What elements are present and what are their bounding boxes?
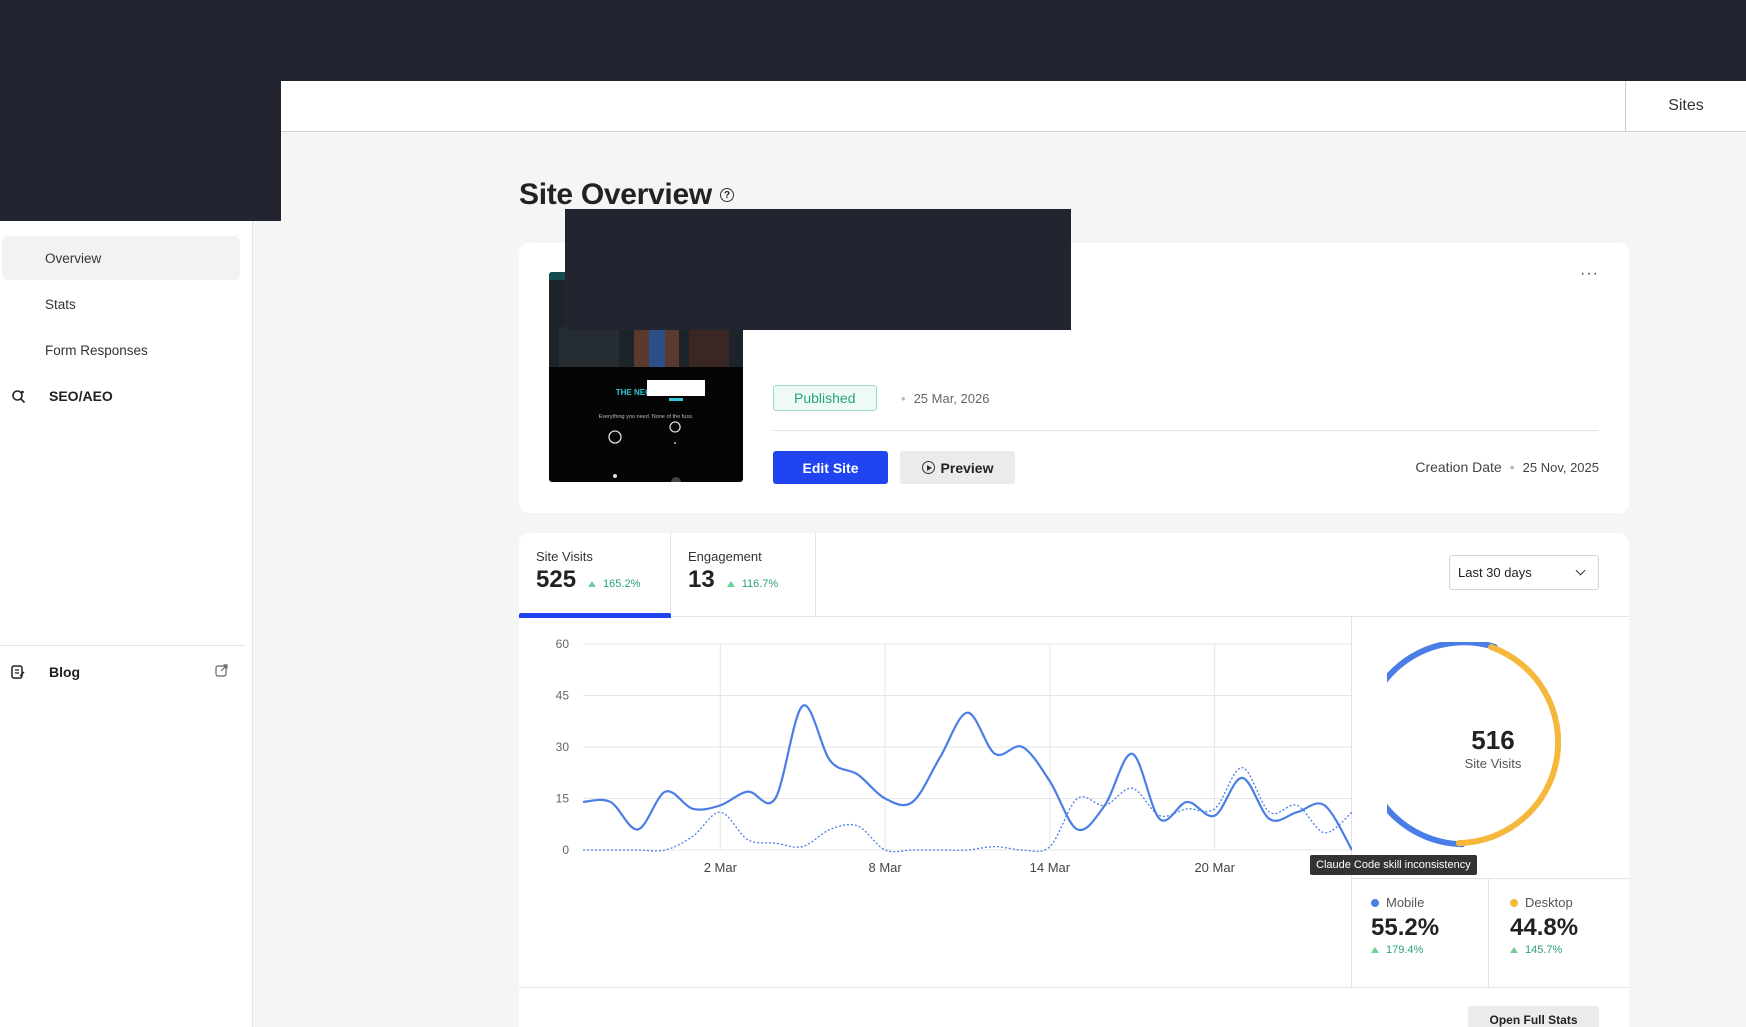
card-divider <box>773 430 1598 431</box>
y-tick-label: 30 <box>556 740 570 754</box>
preview-button[interactable]: Preview <box>900 451 1015 484</box>
sidebar: Overview Stats Form Responses SEO/AEO Bl… <box>0 221 253 1027</box>
question-icon[interactable]: ? <box>719 188 734 202</box>
open-full-stats-button[interactable]: Open Full Stats <box>1468 1006 1599 1027</box>
sidebar-item-form-responses[interactable]: Form Responses <box>2 328 240 372</box>
metric-change: 165.2% <box>588 578 640 590</box>
metric-value: 525 <box>536 566 577 593</box>
sidebar-item-label: Overview <box>45 250 102 266</box>
date-range-value: Last 30 days <box>1458 565 1532 580</box>
device-value: 55.2% <box>1371 914 1440 941</box>
creation-date: Creation Date • 25 Nov, 2025 <box>1415 459 1599 475</box>
device-label: Mobile <box>1386 895 1425 910</box>
metric-change-value: 165.2% <box>603 578 641 590</box>
status-badge: Published <box>773 385 877 411</box>
search-icon <box>10 388 26 404</box>
header: Sites <box>281 81 1746 132</box>
mobile-dot-icon <box>1371 898 1379 907</box>
device-divider <box>1352 878 1629 879</box>
chart-bottom-divider <box>519 987 1629 988</box>
play-icon <box>921 461 935 474</box>
creation-date-label: Creation Date <box>1415 459 1502 475</box>
visits-line-chart: 0 15 30 45 60 2 Mar 8 Mar 14 Mar 20 Mar <box>519 617 1353 987</box>
sidebar-item-blog[interactable]: Blog <box>0 650 245 694</box>
separator-dot: • <box>1509 459 1515 475</box>
published-date-value: 25 Mar, 2026 <box>913 391 990 406</box>
sidebar-item-label: Blog <box>49 664 81 680</box>
page-title-text: Site Overview <box>519 178 712 211</box>
donut-label: Site Visits <box>1464 756 1522 771</box>
device-change: 145.7% <box>1525 944 1563 956</box>
sidebar-item-overview[interactable]: Overview <box>2 236 240 280</box>
line-chart-svg: 0 15 30 45 60 2 Mar 8 Mar 14 Mar 20 Mar <box>556 637 1353 875</box>
y-tick-label: 15 <box>556 792 570 806</box>
document-icon <box>10 664 26 680</box>
tab-site-visits[interactable]: Site Visits 525 165.2% <box>519 533 671 618</box>
top-bar <box>0 0 1746 81</box>
y-tick-label: 45 <box>556 689 570 703</box>
x-tick-label: 8 Mar <box>868 860 902 875</box>
thumbnail-tagline: Everything you need. None of the fuss. <box>599 414 694 420</box>
device-mobile: Mobile 55.2% 179.4% <box>1371 895 1439 956</box>
x-tick-label: 14 Mar <box>1030 860 1071 875</box>
device-change: 179.4% <box>1386 944 1424 956</box>
external-link-icon[interactable] <box>215 664 229 678</box>
donut-center: 516 Site Visits <box>1387 642 1599 854</box>
stats-card: Site Visits 525 165.2% Engagement 13 116… <box>519 533 1629 1027</box>
sidebar-item-label: SEO/AEO <box>49 388 113 404</box>
creation-date-value: 25 Nov, 2025 <box>1522 459 1599 475</box>
separator-dot: • <box>901 391 906 406</box>
x-tick-label: 20 Mar <box>1194 860 1235 875</box>
preview-label: Preview <box>940 459 994 476</box>
metric-label: Engagement <box>688 549 762 564</box>
tab-engagement[interactable]: Engagement 13 116.7% <box>671 533 816 617</box>
redacted-area <box>565 209 1071 330</box>
series-line-mobile <box>582 704 1353 851</box>
more-options-button[interactable]: ··· <box>1580 265 1599 283</box>
edit-site-button[interactable]: Edit Site <box>773 451 888 484</box>
arrow-up-icon <box>1510 947 1518 953</box>
device-donut-chart: 516 Site Visits <box>1360 639 1599 854</box>
arrow-up-icon <box>588 581 597 587</box>
device-desktop: Desktop 44.8% 145.7% <box>1510 895 1578 956</box>
sidebar-item-label: Form Responses <box>45 342 148 358</box>
sidebar-item-seo-aeo[interactable]: SEO/AEO <box>0 374 245 418</box>
device-value: 44.8% <box>1510 914 1579 941</box>
desktop-dot-icon <box>1510 898 1518 907</box>
metric-change: 116.7% <box>726 578 779 590</box>
metric-value: 13 <box>688 566 715 593</box>
date-range-select[interactable]: Last 30 days <box>1449 555 1599 590</box>
y-tick-label: 0 <box>562 843 569 857</box>
metric-label: Site Visits <box>536 549 593 564</box>
chevron-down-icon <box>1575 565 1586 576</box>
logo-area <box>0 81 281 221</box>
metric-change-value: 116.7% <box>741 578 779 590</box>
donut-value: 516 <box>1471 725 1515 755</box>
sidebar-item-label: Stats <box>45 296 76 312</box>
page-title: Site Overview ? <box>519 178 734 212</box>
sidebar-item-stats[interactable]: Stats <box>2 282 240 326</box>
sites-tab[interactable]: Sites <box>1625 81 1746 131</box>
y-tick-label: 60 <box>556 637 570 651</box>
arrow-up-icon <box>726 581 735 587</box>
metric-tabs: Site Visits 525 165.2% Engagement 13 116… <box>519 533 1629 618</box>
published-date: • 25 Mar, 2026 <box>901 391 989 406</box>
arrow-up-icon <box>1371 947 1379 953</box>
device-label: Desktop <box>1525 895 1573 910</box>
sidebar-divider <box>0 645 245 646</box>
x-tick-label: 2 Mar <box>704 860 738 875</box>
chart-tooltip: Claude Code skill inconsistency <box>1310 855 1477 875</box>
device-vertical-divider <box>1488 878 1489 987</box>
